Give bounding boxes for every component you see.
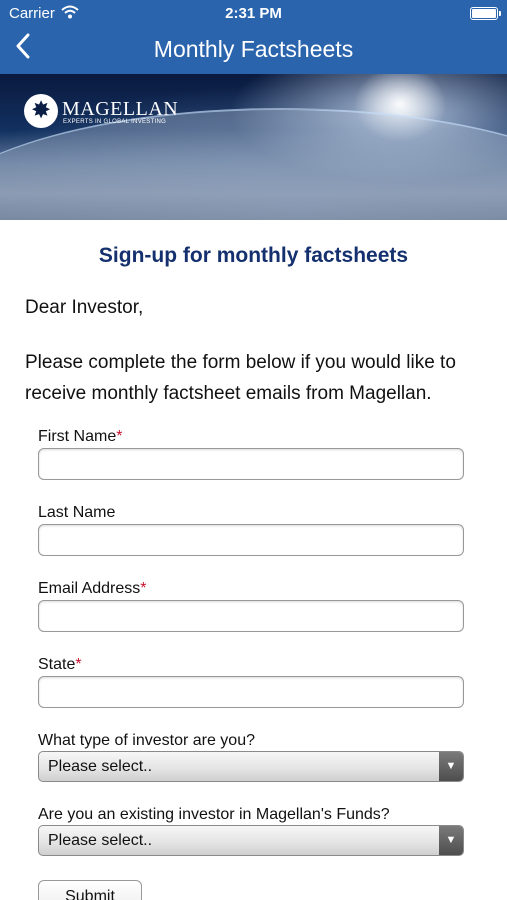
navigation-bar: Carrier 2:31 PM Monthly Factsheets (0, 0, 507, 74)
brand-tagline: EXPERTS IN GLOBAL INVESTING (63, 119, 167, 125)
brand-name: MAGELLAN (62, 98, 179, 120)
existing-investor-select[interactable]: Please select.. ▼ (38, 825, 464, 856)
signup-form-content: Sign-up for monthly factsheets Dear Inve… (0, 220, 507, 900)
existing-investor-selected: Please select.. (48, 832, 153, 849)
investor-type-select[interactable]: Please select.. ▼ (38, 751, 464, 782)
hero-banner: ✸ MAGELLAN EXPERTS IN GLOBAL INVESTING (0, 74, 507, 220)
greeting-text: Dear Investor, (25, 297, 144, 318)
battery-icon (470, 7, 501, 20)
required-marker: * (75, 656, 82, 673)
required-marker: * (116, 428, 123, 445)
email-label: Email Address* (38, 580, 147, 597)
star-logo-icon: ✸ (24, 94, 58, 128)
submit-button[interactable]: Submit (38, 880, 142, 900)
investor-type-label: What type of investor are you? (38, 732, 255, 749)
dropdown-arrow-icon: ▼ (439, 826, 463, 855)
last-name-input[interactable] (38, 524, 464, 556)
status-time: 2:31 PM (225, 5, 282, 22)
first-name-label: First Name* (38, 428, 123, 445)
last-name-label: Last Name (38, 504, 116, 521)
state-input[interactable] (38, 676, 464, 708)
state-label: State* (38, 656, 82, 673)
dropdown-arrow-icon: ▼ (439, 752, 463, 781)
first-name-input[interactable] (38, 448, 464, 480)
status-bar: Carrier 2:31 PM (0, 0, 507, 28)
page-title: Monthly Factsheets (153, 36, 354, 62)
investor-type-selected: Please select.. (48, 758, 153, 775)
form-heading: Sign-up for monthly factsheets (98, 244, 409, 267)
intro-text: Please complete the form below if you wo… (25, 352, 456, 404)
email-input[interactable] (38, 600, 464, 632)
required-marker: * (140, 580, 147, 597)
existing-investor-label: Are you an existing investor in Magellan… (38, 806, 390, 823)
